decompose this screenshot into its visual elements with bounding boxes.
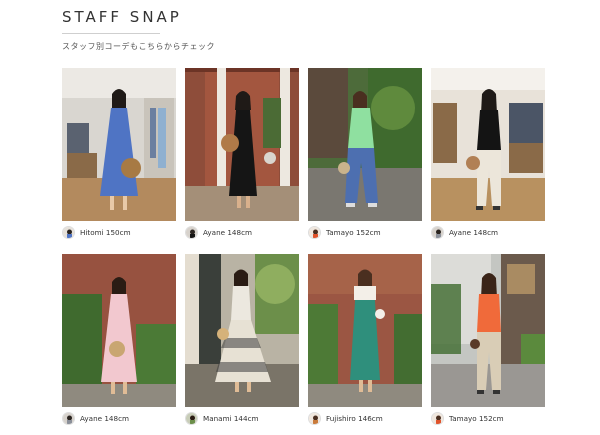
staff-name-height: Manami 144cm [203,413,259,423]
staff-avatar [185,225,198,239]
staff-name-height: Ayane 148cm [203,227,253,237]
staff-snap-card-6[interactable]: Manami 144cm [185,254,299,425]
snap-photo[interactable] [308,68,422,221]
staff-name-height: Ayane 148cm [449,227,499,237]
staff-avatar [431,411,444,425]
staff-name-height: Tamayo 152cm [326,227,381,237]
staff-snap-card-8[interactable]: Tamayo 152cm [431,254,545,425]
staff-name-height: Hitomi 150cm [80,227,131,237]
staff-avatar [308,225,321,239]
page-title: STAFF SNAP [62,8,182,26]
staff-snap-card-1[interactable]: Hitomi 150cm [62,68,176,239]
staff-snap-card-3[interactable]: Tamayo 152cm [308,68,422,239]
staff-snap-card-7[interactable]: Fujishiro 146cm [308,254,422,425]
staff-avatar [308,411,321,425]
snap-photo[interactable] [185,254,299,407]
snap-photo[interactable] [308,254,422,407]
staff-snap-card-4[interactable]: Ayane 148cm [431,68,545,239]
title-rule [62,33,160,34]
staff-name-height: Ayane 148cm [80,413,130,423]
staff-name-height: Fujishiro 146cm [326,413,383,423]
staff-avatar [185,411,198,425]
snap-photo[interactable] [62,68,176,221]
staff-snap-card-2[interactable]: Ayane 148cm [185,68,299,239]
staff-avatar [62,225,75,239]
page-subtitle: スタッフ別コーデもこちらからチェック [62,42,215,51]
snap-photo[interactable] [431,254,545,407]
staff-avatar [62,411,75,425]
staff-avatar [431,225,444,239]
snap-photo[interactable] [62,254,176,407]
snap-photo[interactable] [431,68,545,221]
staff-name-height: Tamayo 152cm [449,413,504,423]
staff-snap-card-5[interactable]: Ayane 148cm [62,254,176,425]
snap-photo[interactable] [185,68,299,221]
